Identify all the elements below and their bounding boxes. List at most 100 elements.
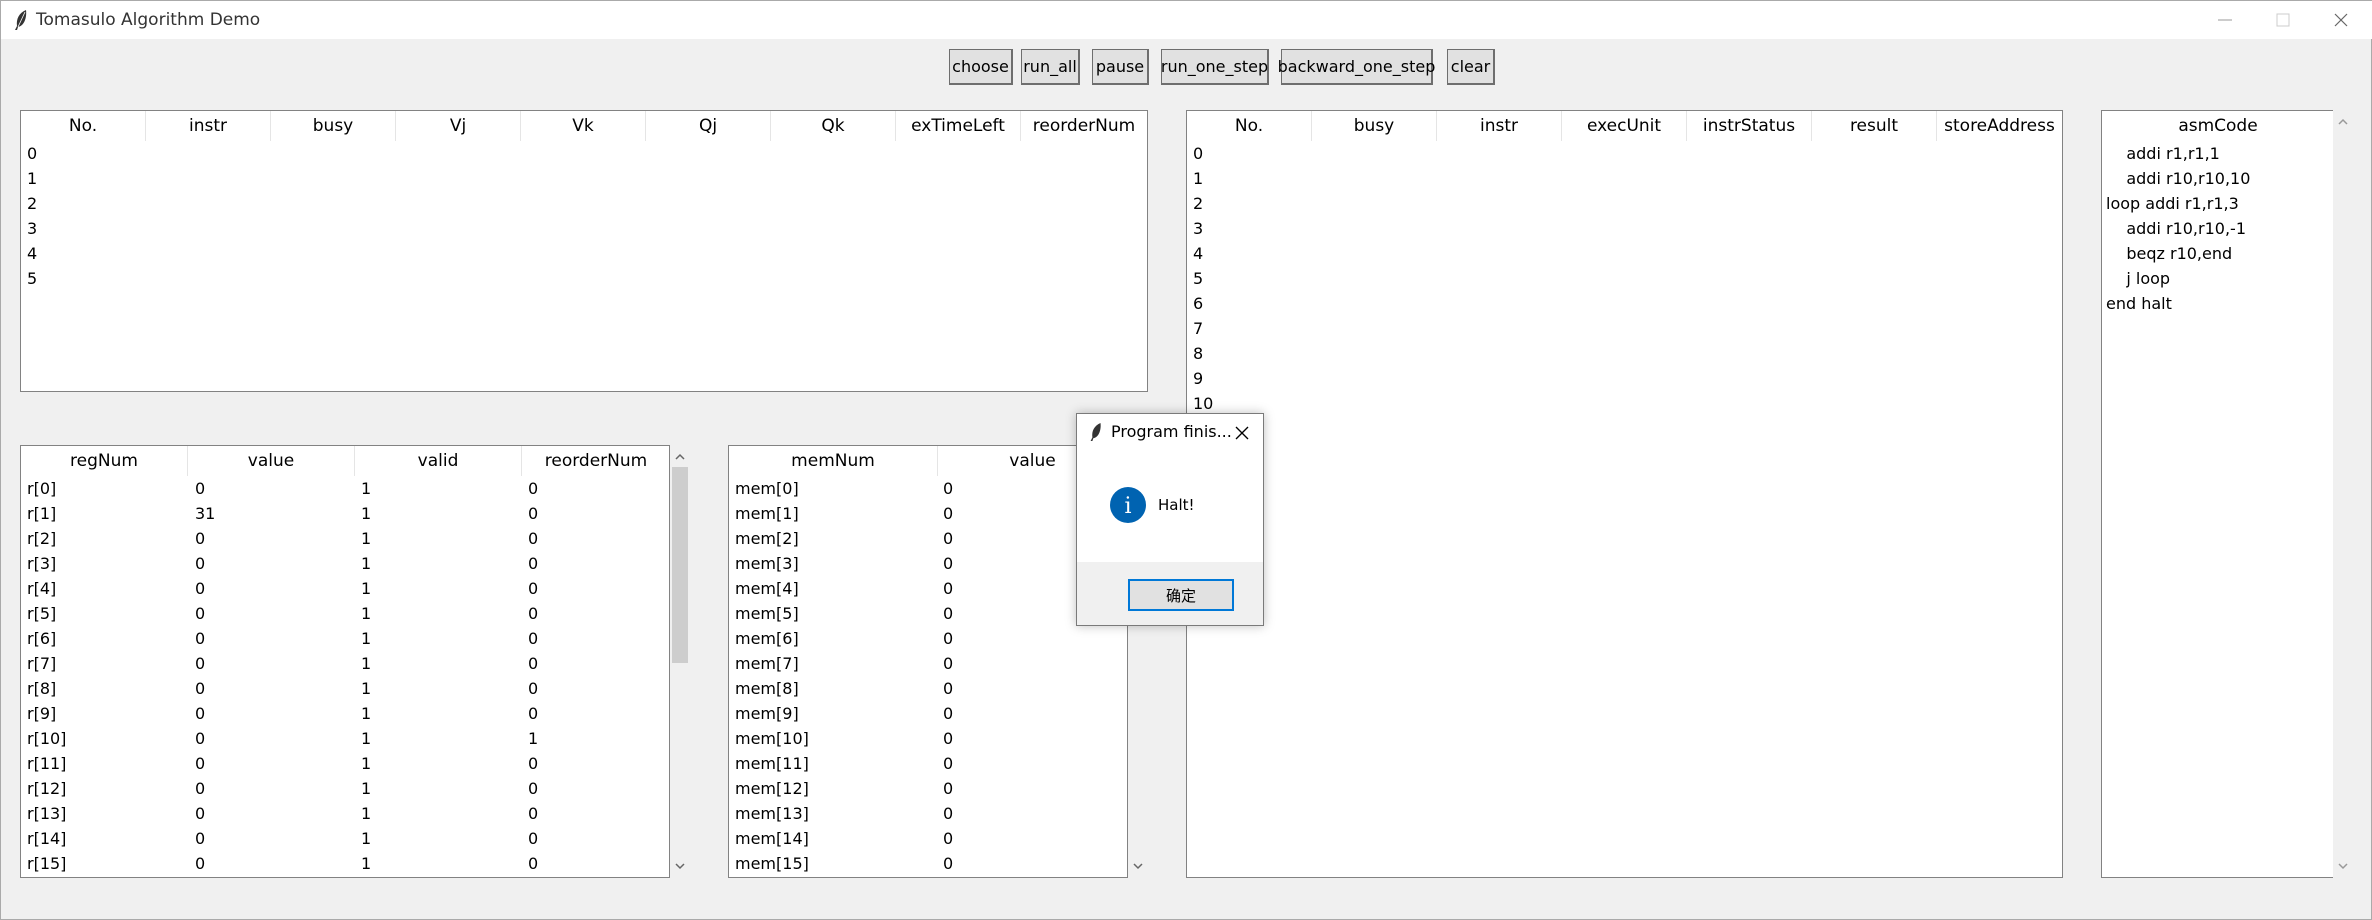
rob-table-row[interactable]: 10: [1187, 391, 2062, 416]
choose-button[interactable]: choose: [949, 49, 1013, 85]
reg-table-row[interactable]: r[6] 0 1 0: [21, 626, 669, 651]
rs-col-instr[interactable]: instr: [146, 111, 271, 141]
reg-num-cell: r[1]: [27, 504, 57, 523]
asm-code-panel[interactable]: asmCode addi r1,r1,1 addi r10,r10,10 loop…: [2101, 110, 2333, 878]
reg-table-row[interactable]: r[3] 0 1 0: [21, 551, 669, 576]
mem-num-cell: mem[1]: [735, 504, 799, 523]
register-scrollbar[interactable]: [670, 445, 690, 878]
reservation-station-table[interactable]: No. instr busy Vj Vk Qj Qk exTimeLeft re…: [20, 110, 1148, 392]
mem-table-row[interactable]: mem[0] 0: [729, 476, 1127, 501]
clear-button[interactable]: clear: [1447, 49, 1495, 85]
reg-table-row[interactable]: r[12] 0 1 0: [21, 776, 669, 801]
rob-col-execunit[interactable]: execUnit: [1562, 111, 1687, 141]
reg-table-row[interactable]: r[9] 0 1 0: [21, 701, 669, 726]
rob-table-row[interactable]: 3: [1187, 216, 2062, 241]
mem-table-row[interactable]: mem[10] 0: [729, 726, 1127, 751]
reg-table-row[interactable]: r[13] 0 1 0: [21, 801, 669, 826]
rob-table-row[interactable]: 1: [1187, 166, 2062, 191]
rob-col-no[interactable]: No.: [1187, 111, 1312, 141]
register-scroll-thumb[interactable]: [672, 467, 688, 663]
reg-table-row[interactable]: r[2] 0 1 0: [21, 526, 669, 551]
mem-table-row[interactable]: mem[11] 0: [729, 751, 1127, 776]
rs-col-no[interactable]: No.: [21, 111, 146, 141]
scroll-up-icon[interactable]: [672, 449, 688, 465]
mem-table-row[interactable]: mem[15] 0: [729, 851, 1127, 876]
scroll-down-icon[interactable]: [1130, 858, 1146, 874]
rs-col-extimeleft[interactable]: exTimeLeft: [896, 111, 1021, 141]
scroll-up-icon[interactable]: [2335, 114, 2351, 130]
reg-table-row[interactable]: r[5] 0 1 0: [21, 601, 669, 626]
reg-table-row[interactable]: r[10] 0 1 1: [21, 726, 669, 751]
rob-col-result[interactable]: result: [1812, 111, 1937, 141]
rob-col-instr[interactable]: instr: [1437, 111, 1562, 141]
mem-table-row[interactable]: mem[2] 0: [729, 526, 1127, 551]
pause-button[interactable]: pause: [1092, 49, 1149, 85]
rs-table-row[interactable]: 1: [21, 166, 1147, 191]
mem-table-row[interactable]: mem[4] 0: [729, 576, 1127, 601]
rob-col-storeaddress[interactable]: storeAddress: [1937, 111, 2062, 141]
asm-col-header[interactable]: asmCode: [2102, 111, 2334, 141]
rs-table-row[interactable]: 5: [21, 266, 1147, 291]
rs-table-row[interactable]: 4: [21, 241, 1147, 266]
mem-value-cell: 0: [943, 754, 954, 773]
reg-table-row[interactable]: r[11] 0 1 0: [21, 751, 669, 776]
reg-table-row[interactable]: r[8] 0 1 0: [21, 676, 669, 701]
close-icon[interactable]: [1234, 425, 1250, 441]
scroll-down-icon[interactable]: [672, 858, 688, 874]
rob-table-row[interactable]: 5: [1187, 266, 2062, 291]
reg-table-row[interactable]: r[7] 0 1 0: [21, 651, 669, 676]
mem-table-row[interactable]: mem[7] 0: [729, 651, 1127, 676]
reg-col-regnum[interactable]: regNum: [21, 446, 188, 476]
rs-col-busy[interactable]: busy: [271, 111, 396, 141]
scroll-down-icon[interactable]: [2335, 858, 2351, 874]
rs-table-row[interactable]: 0: [21, 141, 1147, 166]
asm-scrollbar[interactable]: [2333, 110, 2353, 878]
minimize-button[interactable]: [2196, 1, 2254, 39]
reg-col-reordernum[interactable]: reorderNum: [522, 446, 670, 476]
reg-table-row[interactable]: r[14] 0 1 0: [21, 826, 669, 851]
rs-col-reordernum[interactable]: reorderNum: [1021, 111, 1147, 141]
register-table[interactable]: regNum value valid reorderNum r[0] 0 1 0 r[1…: [20, 445, 670, 878]
rob-col-instrstatus[interactable]: instrStatus: [1687, 111, 1812, 141]
reg-reorder-cell: 0: [528, 604, 539, 623]
reg-table-row[interactable]: r[1] 31 1 0: [21, 501, 669, 526]
rs-col-vk[interactable]: Vk: [521, 111, 646, 141]
backward-one-step-button[interactable]: backward_one_step: [1278, 49, 1435, 85]
rs-table-row[interactable]: 3: [21, 216, 1147, 241]
mem-col-memnum[interactable]: memNum: [729, 446, 938, 476]
rob-table-row[interactable]: 8: [1187, 341, 2062, 366]
rs-col-vj[interactable]: Vj: [396, 111, 521, 141]
mem-table-row[interactable]: mem[9] 0: [729, 701, 1127, 726]
run-all-button[interactable]: run_all: [1021, 49, 1080, 85]
mem-table-row[interactable]: mem[12] 0: [729, 776, 1127, 801]
mem-table-row[interactable]: mem[3] 0: [729, 551, 1127, 576]
mem-table-row[interactable]: mem[13] 0: [729, 801, 1127, 826]
run-one-step-button[interactable]: run_one_step: [1161, 49, 1269, 85]
rob-table-row[interactable]: 0: [1187, 141, 2062, 166]
rob-table-row[interactable]: 6: [1187, 291, 2062, 316]
memory-table[interactable]: memNum value mem[0] 0 mem[1] 0 mem[2] 0 mem[3]…: [728, 445, 1128, 878]
mem-table-row[interactable]: mem[1] 0: [729, 501, 1127, 526]
mem-table-row[interactable]: mem[8] 0: [729, 676, 1127, 701]
reg-col-value[interactable]: value: [188, 446, 355, 476]
mem-table-row[interactable]: mem[14] 0: [729, 826, 1127, 851]
rob-table-row[interactable]: 9: [1187, 366, 2062, 391]
reg-table-row[interactable]: r[0] 0 1 0: [21, 476, 669, 501]
rs-table-row[interactable]: 2: [21, 191, 1147, 216]
reg-col-valid[interactable]: valid: [355, 446, 522, 476]
maximize-button[interactable]: [2254, 1, 2312, 39]
rob-table-row[interactable]: 4: [1187, 241, 2062, 266]
ok-button[interactable]: 确定: [1128, 579, 1234, 611]
mem-table-row[interactable]: mem[5] 0: [729, 601, 1127, 626]
rob-col-busy[interactable]: busy: [1312, 111, 1437, 141]
reg-table-row[interactable]: r[4] 0 1 0: [21, 576, 669, 601]
minimize-icon: [2218, 19, 2232, 21]
reorder-buffer-table[interactable]: No. busy instr execUnit instrStatus resu…: [1186, 110, 2063, 878]
rob-table-row[interactable]: 2: [1187, 191, 2062, 216]
rob-table-row[interactable]: 7: [1187, 316, 2062, 341]
reg-table-row[interactable]: r[15] 0 1 0: [21, 851, 669, 876]
rs-col-qj[interactable]: Qj: [646, 111, 771, 141]
close-window-button[interactable]: [2312, 1, 2370, 39]
mem-table-row[interactable]: mem[6] 0: [729, 626, 1127, 651]
rs-col-qk[interactable]: Qk: [771, 111, 896, 141]
